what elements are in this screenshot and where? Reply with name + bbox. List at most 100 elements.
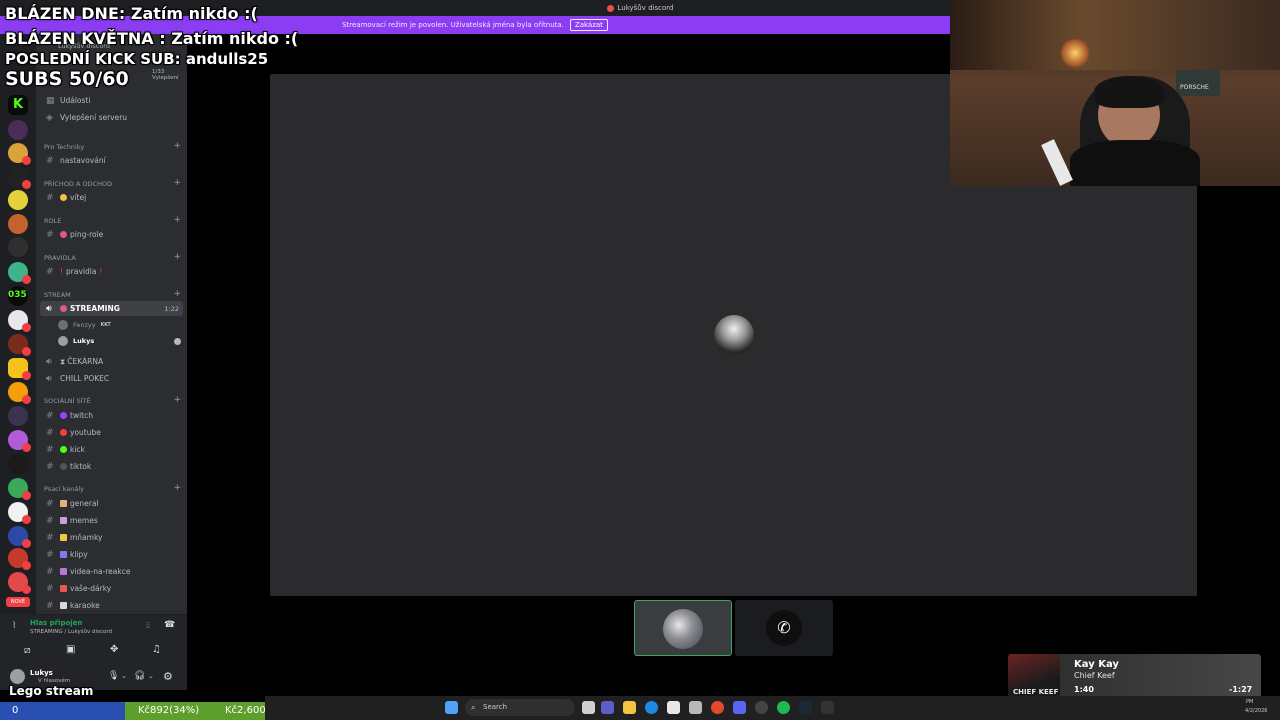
start-icon[interactable]	[445, 701, 458, 714]
participant-tile[interactable]: ✆	[735, 600, 833, 656]
participant-tile-speaking[interactable]	[634, 600, 732, 656]
voice-channel-streaming[interactable]: 🔊︎ STREAMING 1:22	[40, 301, 183, 316]
sidebar-item-boost[interactable]: ◈ Vylepšení serveru	[40, 110, 183, 125]
screen-share-icon[interactable]: ▣	[66, 644, 75, 655]
channel-pravidla[interactable]: #! pravidla!	[40, 264, 183, 279]
add-channel-icon[interactable]: +	[173, 253, 181, 262]
server-icon[interactable]	[8, 358, 31, 380]
server-icon[interactable]	[8, 214, 28, 234]
server-icon[interactable]	[8, 143, 31, 165]
noise-suppression-icon[interactable]: ⦙⦙	[146, 621, 150, 631]
server-icon[interactable]	[8, 478, 31, 500]
channel-vase-darky[interactable]: # vaše-dárky	[40, 581, 183, 596]
copilot-icon[interactable]	[601, 701, 614, 714]
server-icon[interactable]: 035	[8, 286, 28, 306]
category-psaci-kanaly[interactable]: Psací kanály +	[44, 484, 181, 494]
add-channel-icon[interactable]: +	[173, 290, 181, 299]
server-icon[interactable]	[8, 548, 31, 570]
chevron-down-icon[interactable]: ⌄	[148, 672, 154, 680]
overlay-blazen-dne: BLÁZEN DNE: Zatím nikdo :(	[5, 4, 258, 23]
new-badge[interactable]: NOVÉ	[6, 597, 30, 607]
avatar[interactable]	[10, 669, 25, 684]
add-channel-icon[interactable]: +	[173, 396, 181, 405]
server-icon[interactable]	[8, 382, 31, 404]
voice-channel-cekarna[interactable]: 🔊︎ ⧗ ČEKÁRNA	[40, 354, 183, 369]
server-icon[interactable]	[8, 167, 31, 189]
server-icon[interactable]	[8, 454, 28, 474]
channel-karaoke[interactable]: # karaoke	[40, 598, 183, 613]
obs-icon[interactable]	[755, 701, 768, 714]
voice-location[interactable]: STREAMING / Lukyšův discord	[30, 629, 112, 635]
voice-channel-chill-pokec[interactable]: 🔊︎ CHILL POKEC	[40, 371, 183, 386]
category-stream[interactable]: STREAM +	[44, 290, 181, 300]
server-name[interactable]: Lukyšův discord	[58, 42, 110, 50]
microphone-icon[interactable]: 🎙︎	[108, 671, 119, 681]
server-icon[interactable]	[8, 190, 28, 210]
channel-tiktok[interactable]: # tiktok	[40, 459, 183, 474]
server-icon[interactable]	[8, 526, 31, 548]
goal-current: Kč892(34%)	[138, 705, 200, 716]
channel-klipy[interactable]: # klipy	[40, 547, 183, 562]
server-icon[interactable]	[8, 572, 31, 594]
spotify-icon[interactable]	[777, 701, 790, 714]
task-view-icon[interactable]	[582, 701, 595, 714]
discord-icon[interactable]	[733, 701, 746, 714]
hash-icon: #	[46, 566, 54, 577]
camera-off-icon[interactable]: ⧄	[24, 645, 30, 656]
clock-date[interactable]: 4/2/2026	[1245, 708, 1267, 714]
channel-videa-na-reakce[interactable]: # videa-na-reakce	[40, 564, 183, 579]
channel-general[interactable]: # general	[40, 496, 183, 511]
disable-streamer-mode-button[interactable]: Zakázat	[569, 19, 608, 31]
signal-icon[interactable]: ⌇	[12, 621, 16, 631]
add-channel-icon[interactable]: +	[173, 142, 181, 151]
channel-vitej[interactable]: # vítej	[40, 190, 183, 205]
voice-user[interactable]: Fenzyy KKT	[58, 318, 181, 332]
chevron-down-icon[interactable]: ⌄	[121, 672, 127, 680]
server-icon[interactable]	[8, 237, 28, 257]
overlay-last-kick-sub: POSLEDNÍ KICK SUB: andulls25	[5, 50, 269, 68]
activities-icon[interactable]: ✥	[110, 644, 118, 655]
server-icon[interactable]	[8, 502, 31, 524]
voice-user[interactable]: Lukys	[58, 334, 181, 348]
server-icon[interactable]	[8, 120, 28, 140]
category-pravidla[interactable]: PRAVIDLA +	[44, 253, 181, 263]
channel-youtube[interactable]: # youtube	[40, 425, 183, 440]
server-icon[interactable]	[8, 334, 31, 356]
category-prichod[interactable]: PŘÍCHOD A ODCHOD +	[44, 179, 181, 189]
category-pro-techniky[interactable]: Pro Techniky +	[44, 142, 181, 152]
soundboard-icon[interactable]: ♫	[152, 644, 161, 655]
gear-icon[interactable]: ⚙	[163, 670, 173, 683]
edge-icon[interactable]	[645, 701, 658, 714]
steam-icon[interactable]	[799, 701, 812, 714]
sidebar-item-events[interactable]: ▦ Události	[40, 93, 183, 108]
boost-progress[interactable]: 1/33 Vylepšení	[152, 69, 187, 81]
add-channel-icon[interactable]: +	[173, 179, 181, 188]
voice-status[interactable]: Hlas připojen	[30, 619, 82, 627]
channel-ping-role[interactable]: # ping-role	[40, 227, 183, 242]
app-icon[interactable]	[689, 701, 702, 714]
channel-memes[interactable]: # memes	[40, 513, 183, 528]
username[interactable]: Lukys	[30, 669, 53, 677]
server-icon[interactable]	[8, 310, 31, 332]
add-channel-icon[interactable]: +	[173, 216, 181, 225]
chrome-icon[interactable]	[711, 701, 724, 714]
channel-nastavovani[interactable]: # nastavování	[40, 153, 183, 168]
add-channel-icon[interactable]: +	[173, 484, 181, 493]
server-kick-icon[interactable]: K	[8, 95, 28, 115]
track-elapsed: 1:40	[1074, 685, 1094, 694]
clock-time[interactable]: PM	[1246, 699, 1253, 705]
channel-mnamky[interactable]: # mňamky	[40, 530, 183, 545]
category-role[interactable]: ROLE +	[44, 216, 181, 226]
server-icon[interactable]	[8, 406, 28, 426]
file-explorer-icon[interactable]	[623, 701, 636, 714]
store-icon[interactable]	[667, 701, 680, 714]
channel-kick[interactable]: # kick	[40, 442, 183, 457]
epic-games-icon[interactable]	[821, 701, 834, 714]
server-icon[interactable]	[8, 262, 31, 284]
server-icon[interactable]	[8, 430, 31, 452]
disconnect-icon[interactable]: ☎	[164, 620, 175, 630]
headphones-icon[interactable]: 🎧︎	[134, 671, 145, 681]
channel-twitch[interactable]: # twitch	[40, 408, 183, 423]
category-socialni-site[interactable]: SOCIÁLNÍ SÍTĚ +	[44, 396, 181, 406]
search-box[interactable]: ⌕ Search	[465, 699, 575, 716]
